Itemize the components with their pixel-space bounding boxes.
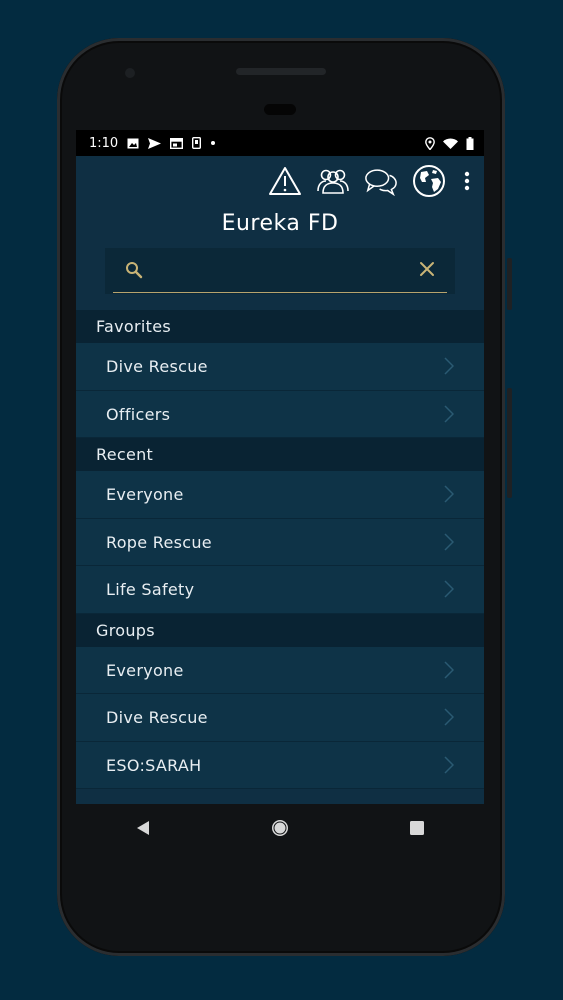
search-bar — [105, 248, 455, 294]
calendar-icon — [170, 137, 184, 149]
chevron-right-icon — [444, 404, 454, 423]
more-vertical-icon[interactable] — [460, 164, 474, 198]
list-item[interactable]: Rope Rescue — [76, 518, 484, 566]
section-header-groups: Groups — [76, 613, 484, 647]
list-item[interactable]: Officers — [76, 390, 484, 438]
list-item[interactable]: Life Safety — [76, 566, 484, 614]
status-bar: 1:10 — [76, 130, 484, 156]
list-item-label: Everyone — [106, 485, 184, 504]
power-button — [507, 258, 512, 310]
list-item-label: Dive Rescue — [106, 357, 208, 376]
recents-icon[interactable] — [409, 820, 425, 836]
battery-icon — [466, 136, 474, 150]
volume-button — [507, 388, 512, 498]
chevron-right-icon — [444, 660, 454, 679]
phone-icon — [192, 137, 202, 149]
app-bar — [76, 156, 484, 208]
chevron-right-icon — [444, 580, 454, 598]
section-header-favorites: Favorites — [76, 310, 484, 343]
list-item-label: Dive Rescue — [106, 708, 208, 727]
dot-icon — [211, 141, 216, 145]
list-item[interactable]: ESO:SARAH — [76, 741, 484, 789]
send-icon — [148, 137, 162, 149]
chevron-right-icon — [444, 532, 454, 551]
location-icon — [425, 136, 435, 150]
chevron-right-icon — [444, 485, 454, 503]
front-camera — [125, 68, 135, 78]
search-icon — [126, 262, 143, 279]
section-header-recent: Recent — [76, 438, 484, 471]
page-title: Eureka FD — [221, 211, 339, 236]
home-icon[interactable] — [270, 818, 290, 838]
list-item-label: Rope Rescue — [106, 532, 212, 552]
earpiece-speaker — [236, 68, 326, 75]
chevron-right-icon — [444, 357, 454, 375]
group-list: Favorites Dive Rescue Officers Recent Ev… — [76, 310, 484, 789]
chevron-right-icon — [444, 708, 454, 726]
alert-triangle-icon[interactable] — [268, 164, 302, 198]
search-underline — [113, 292, 447, 293]
list-item[interactable]: Dive Rescue — [76, 694, 484, 742]
system-nav-bar — [76, 804, 484, 852]
list-item-label: Everyone — [106, 660, 184, 680]
image-icon — [127, 138, 139, 148]
list-item-label: Life Safety — [106, 580, 195, 599]
close-icon[interactable] — [419, 261, 435, 277]
chat-bubbles-icon[interactable] — [364, 164, 398, 198]
people-icon[interactable] — [316, 164, 350, 198]
status-time: 1:10 — [89, 135, 119, 151]
list-item-label: ESO:SARAH — [106, 755, 202, 775]
list-item[interactable]: Everyone — [76, 646, 484, 694]
list-item[interactable]: Everyone — [76, 471, 484, 519]
proximity-sensor — [264, 104, 296, 115]
list-item[interactable]: Dive Rescue — [76, 343, 484, 391]
list-item-label: Officers — [106, 404, 171, 424]
search-input[interactable] — [153, 258, 407, 284]
globe-icon[interactable] — [412, 164, 446, 198]
back-icon[interactable] — [135, 820, 151, 836]
chevron-right-icon — [444, 755, 454, 774]
app-screen: 1:10 Eureka FD Favorites Dive Rescue Off… — [76, 130, 484, 804]
wifi-icon — [443, 138, 458, 149]
